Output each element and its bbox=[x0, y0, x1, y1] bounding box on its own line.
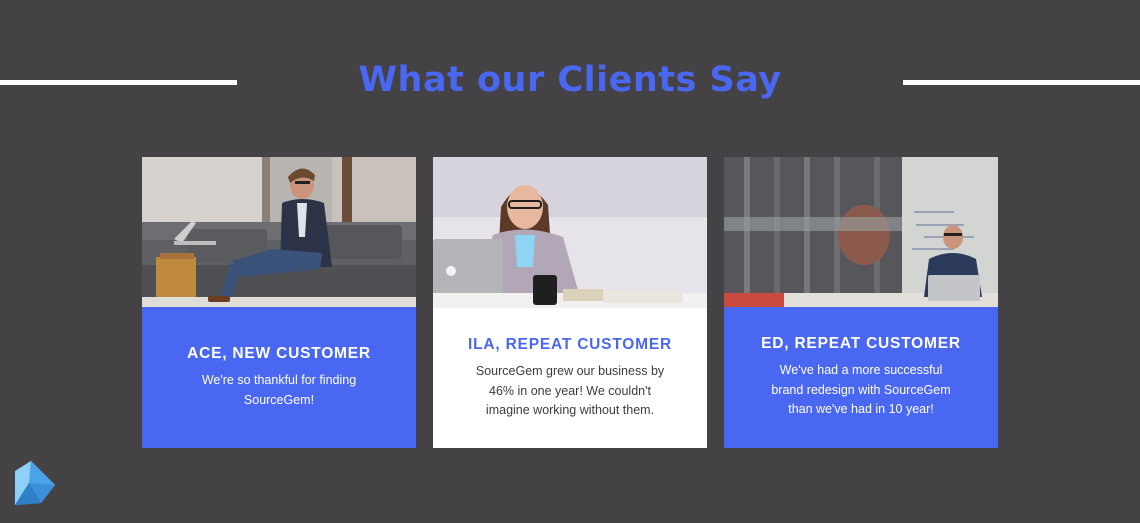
quote-line: We're so thankful for finding bbox=[201, 373, 357, 387]
gem-logo-icon bbox=[15, 461, 55, 505]
quote-line: SourceGem grew our business by bbox=[475, 364, 665, 378]
testimonial-photo-woman-at-laptop bbox=[433, 157, 707, 308]
heading-divider-right bbox=[903, 80, 1140, 85]
quote-line: SourceGem! bbox=[243, 392, 315, 407]
testimonial-card-ace: ACE, NEW CUSTOMER We're so thankful for … bbox=[142, 157, 416, 448]
testimonial-name: ED, REPEAT CUSTOMER bbox=[761, 335, 961, 352]
testimonial-card-ed: ED, REPEAT CUSTOMER We've had a more suc… bbox=[724, 157, 998, 448]
quote-line: 46% in one year! We couldn't bbox=[489, 383, 651, 398]
testimonial-body: ILA, REPEAT CUSTOMER SourceGem grew our … bbox=[433, 308, 707, 448]
testimonial-body: ACE, NEW CUSTOMER We're so thankful for … bbox=[142, 307, 416, 448]
testimonial-quote: SourceGem grew our business by 46% in on… bbox=[463, 362, 678, 421]
quote-line: brand redesign with SourceGem bbox=[771, 382, 951, 397]
testimonial-quote: We're so thankful for finding SourceGem! bbox=[172, 371, 387, 410]
testimonial-photo-man-on-couch bbox=[142, 157, 416, 307]
quote-line: than we've had in 10 year! bbox=[788, 402, 934, 416]
quote-line: imagine working without them. bbox=[485, 403, 655, 417]
testimonial-quote: We've had a more successful brand redesi… bbox=[754, 361, 969, 420]
testimonial-photo-man-in-office bbox=[724, 157, 998, 307]
quote-line: We've had a more successful bbox=[779, 363, 943, 377]
testimonial-name: ILA, REPEAT CUSTOMER bbox=[467, 336, 673, 353]
testimonial-body: ED, REPEAT CUSTOMER We've had a more suc… bbox=[724, 307, 998, 448]
testimonial-card-ila: ILA, REPEAT CUSTOMER SourceGem grew our … bbox=[433, 157, 707, 448]
testimonial-name: ACE, NEW CUSTOMER bbox=[187, 345, 371, 362]
